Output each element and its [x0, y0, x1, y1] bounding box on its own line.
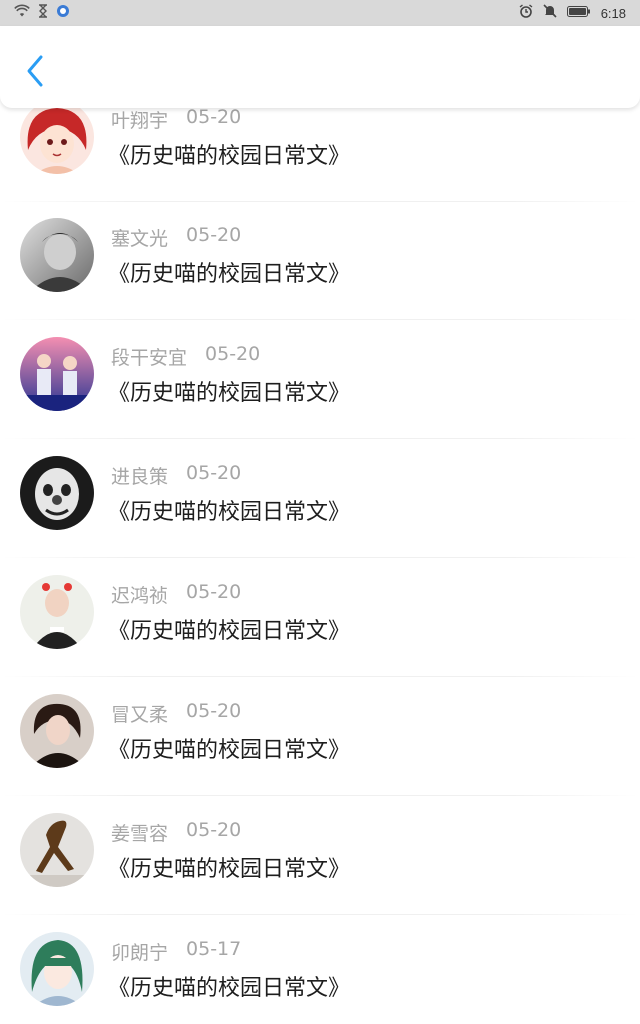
divider	[0, 319, 640, 320]
post-title[interactable]: 《历史喵的校园日常文》	[108, 375, 350, 407]
avatar[interactable]	[20, 575, 94, 649]
app-notification-icon	[56, 4, 70, 22]
hourglass-icon	[38, 4, 48, 22]
post-title[interactable]: 《历史喵的校园日常文》	[108, 732, 350, 764]
author-name[interactable]: 姜雪容	[111, 819, 168, 846]
list-item[interactable]: 进良策 05-20 《历史喵的校园日常文》	[0, 440, 640, 558]
item-meta: 叶翔宇 05-20	[111, 106, 241, 133]
author-name[interactable]: 冒又柔	[111, 700, 168, 727]
back-button[interactable]	[18, 54, 52, 92]
item-meta: 冒又柔 05-20	[111, 700, 241, 727]
avatar[interactable]	[20, 813, 94, 887]
status-time: 6:18	[600, 5, 626, 21]
post-title[interactable]: 《历史喵的校园日常文》	[108, 138, 350, 170]
post-date: 05-20	[186, 462, 242, 484]
post-title[interactable]: 《历史喵的校园日常文》	[108, 613, 350, 645]
item-meta: 进良策 05-20	[111, 462, 241, 489]
divider	[0, 795, 640, 796]
alarm-icon	[519, 4, 533, 22]
author-name[interactable]: 段干安宜	[111, 343, 187, 370]
author-name[interactable]: 迟鸿祯	[111, 581, 168, 608]
mute-icon	[543, 4, 557, 22]
author-name[interactable]: 进良策	[111, 462, 168, 489]
post-title[interactable]: 《历史喵的校园日常文》	[108, 851, 350, 883]
app-bar	[0, 26, 640, 108]
item-meta: 段干安宜 05-20	[111, 343, 260, 370]
post-date: 05-20	[186, 819, 242, 841]
avatar[interactable]	[20, 337, 94, 411]
divider	[0, 557, 640, 558]
avatar[interactable]	[20, 100, 94, 174]
avatar[interactable]	[20, 218, 94, 292]
item-meta: 迟鸿祯 05-20	[111, 581, 241, 608]
comment-list: 叶翔宇 05-20 《历史喵的校园日常文》 塞文光 05-20 《历史喵的校园日…	[0, 96, 640, 1024]
status-bar: 6:18	[0, 0, 640, 26]
list-item[interactable]: 卯朗宁 05-17 《历史喵的校园日常文》	[0, 916, 640, 1024]
wifi-icon	[14, 4, 30, 22]
author-name[interactable]: 叶翔宇	[111, 106, 168, 133]
list-item[interactable]: 塞文光 05-20 《历史喵的校园日常文》	[0, 202, 640, 320]
status-right: 6:18	[519, 4, 626, 22]
post-date: 05-20	[186, 224, 242, 246]
author-name[interactable]: 塞文光	[111, 224, 168, 251]
status-left	[14, 4, 70, 22]
chevron-left-icon	[25, 54, 45, 92]
item-meta: 卯朗宁 05-17	[111, 938, 241, 965]
battery-icon	[566, 5, 591, 22]
post-date: 05-17	[186, 938, 242, 960]
divider	[0, 914, 640, 915]
list-item[interactable]: 姜雪容 05-20 《历史喵的校园日常文》	[0, 797, 640, 915]
item-meta: 塞文光 05-20	[111, 224, 241, 251]
avatar[interactable]	[20, 932, 94, 1006]
post-date: 05-20	[186, 106, 242, 128]
avatar[interactable]	[20, 456, 94, 530]
list-item[interactable]: 叶翔宇 05-20 《历史喵的校园日常文》	[0, 96, 640, 202]
post-date: 05-20	[186, 581, 242, 603]
post-date: 05-20	[186, 700, 242, 722]
list-item[interactable]: 冒又柔 05-20 《历史喵的校园日常文》	[0, 678, 640, 796]
list-item[interactable]: 迟鸿祯 05-20 《历史喵的校园日常文》	[0, 559, 640, 677]
list-item[interactable]: 段干安宜 05-20 《历史喵的校园日常文》	[0, 321, 640, 439]
divider	[0, 438, 640, 439]
post-date: 05-20	[205, 343, 261, 365]
post-title[interactable]: 《历史喵的校园日常文》	[108, 494, 350, 526]
post-title[interactable]: 《历史喵的校园日常文》	[108, 256, 350, 288]
divider	[0, 676, 640, 677]
avatar[interactable]	[20, 694, 94, 768]
author-name[interactable]: 卯朗宁	[111, 938, 168, 965]
post-title[interactable]: 《历史喵的校园日常文》	[108, 970, 350, 1002]
item-meta: 姜雪容 05-20	[111, 819, 241, 846]
